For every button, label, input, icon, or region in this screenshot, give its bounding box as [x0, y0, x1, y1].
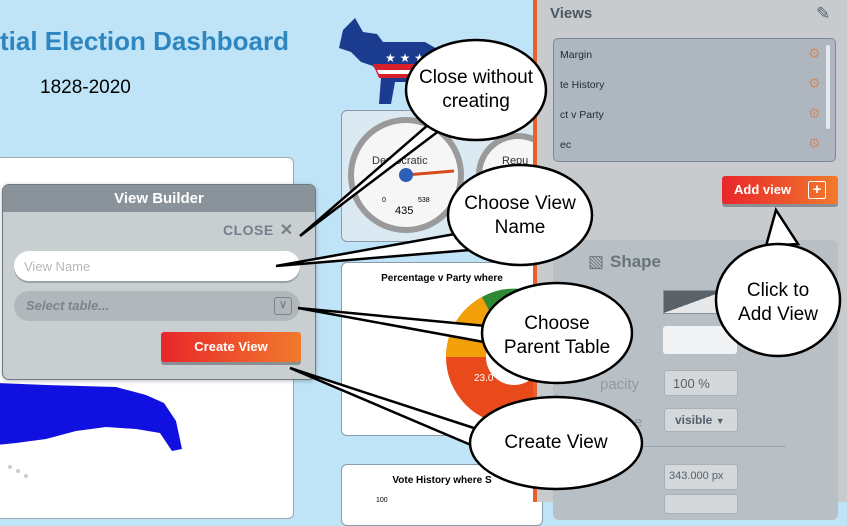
callout-text-add: Click to Add View — [738, 280, 818, 325]
callout-text-name: Choose View Name — [464, 193, 576, 238]
callout-pointer — [297, 306, 488, 344]
callout-pointer — [289, 366, 482, 450]
callout-text-close: Close without creating — [418, 67, 534, 112]
callout-pointer — [299, 116, 451, 237]
callout-text-parent: Choose Parent Table — [503, 313, 611, 358]
callout-pointer — [764, 206, 801, 248]
callout-text-create: Create View — [504, 432, 608, 453]
callout-pointer — [275, 230, 472, 268]
